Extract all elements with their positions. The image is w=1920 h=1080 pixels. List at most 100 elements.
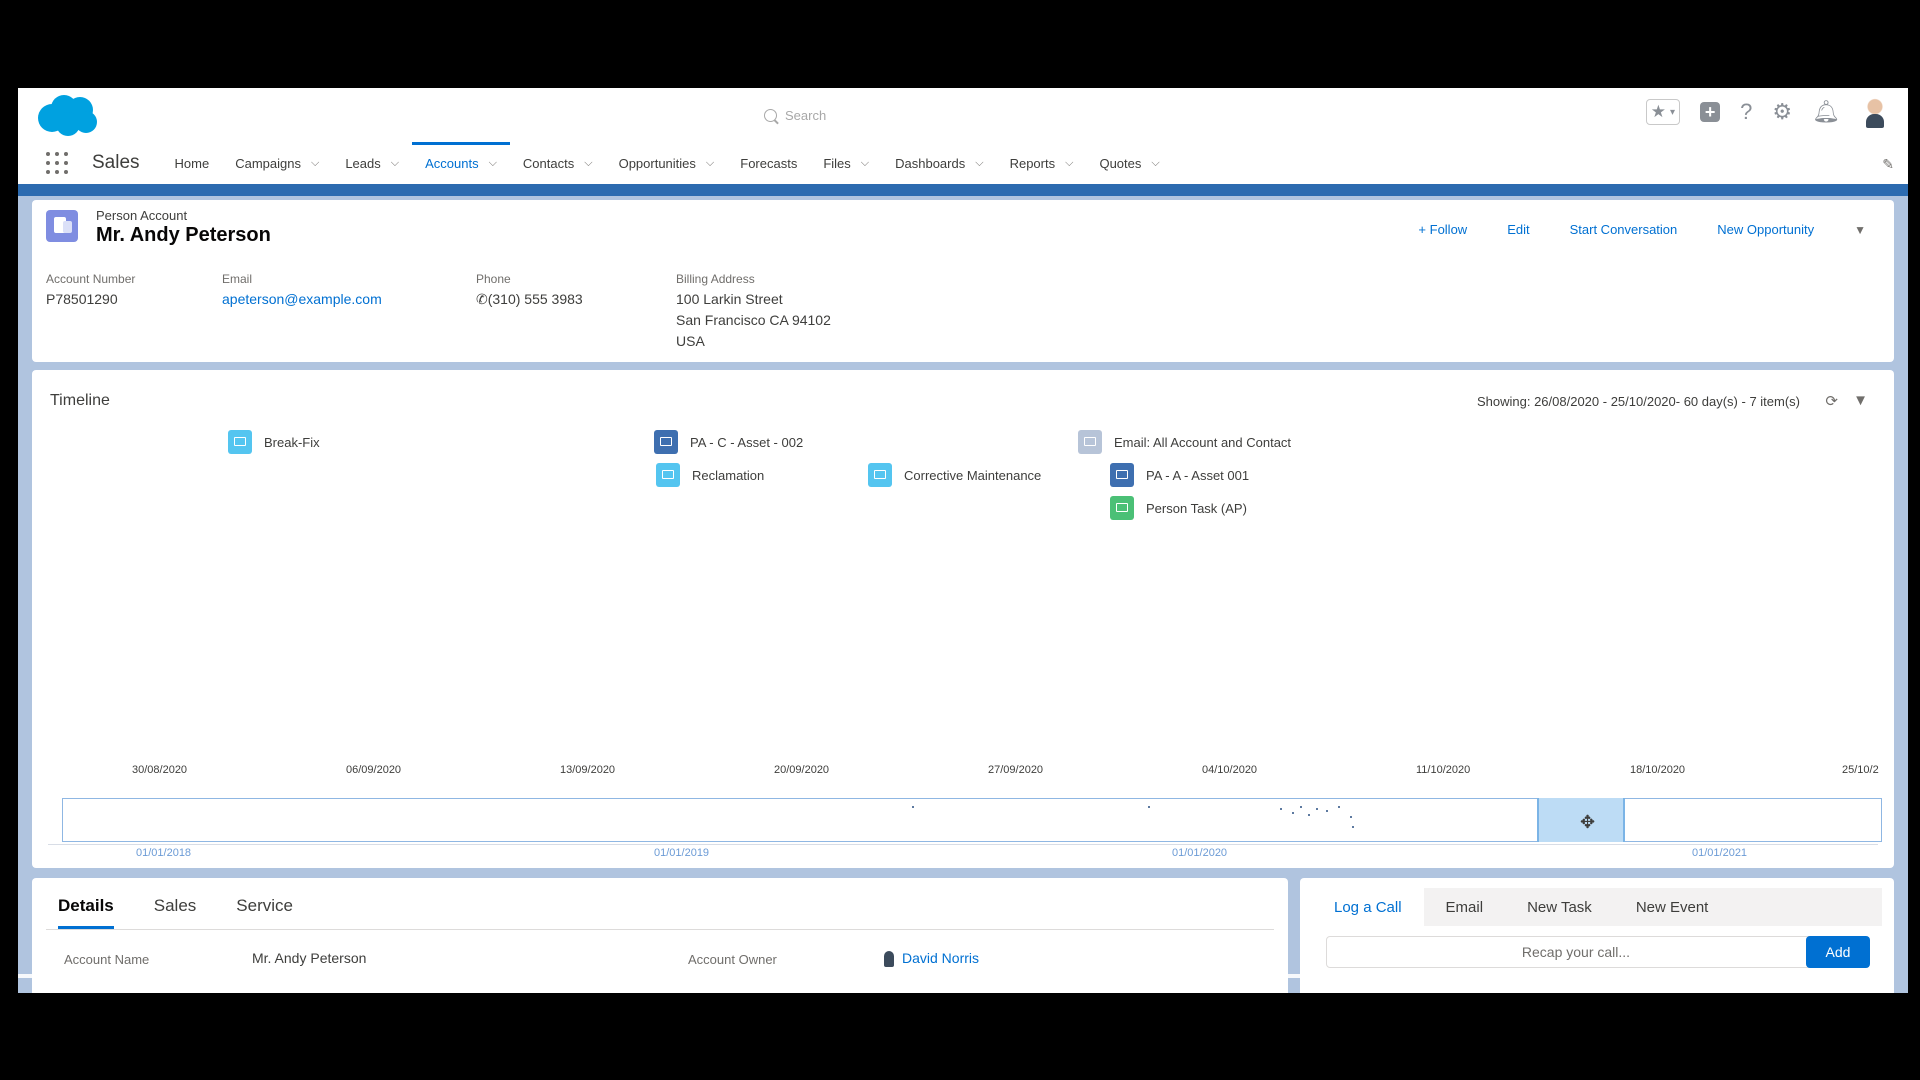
refresh-icon[interactable]: ⟳ (1825, 392, 1838, 410)
timeline-year-label: 01/01/2018 (136, 847, 192, 859)
chevron-down-icon[interactable]: ⌵ (489, 157, 497, 170)
timeline-date-label: 18/10/2020 (1630, 764, 1686, 776)
timeline-range-summary: Showing: 26/08/2020 - 25/10/2020- 60 day… (1476, 394, 1800, 409)
nav-item-dashboards[interactable]: Dashboards ⌵ (882, 142, 996, 184)
video-progress-bar (18, 974, 1398, 978)
tab-email[interactable]: Email (1424, 888, 1506, 926)
nav-item-campaigns[interactable]: Campaigns ⌵ (222, 142, 332, 184)
timeline-date-label: 27/09/2020 (988, 764, 1044, 776)
timeline-marker (1280, 808, 1282, 810)
record-actions: + Follow Edit Start Conversation New Opp… (1418, 222, 1866, 237)
nav-item-quotes[interactable]: Quotes ⌵ (1086, 142, 1172, 184)
user-avatar[interactable] (1860, 94, 1890, 130)
nav-item-reports[interactable]: Reports ⌵ (997, 142, 1087, 184)
timeline-event[interactable]: Reclamation (656, 463, 764, 487)
account-owner-label: Account Owner (688, 952, 777, 967)
timeline-marker (1352, 826, 1354, 828)
timeline-event[interactable]: PA - C - Asset - 002 (654, 430, 803, 454)
timeline-marker (1300, 806, 1302, 808)
global-actions: ★ ▾ + ? ⚙ 🔔︎ (1645, 94, 1890, 130)
timeline-marker (912, 806, 914, 808)
navigation-bar: Sales Home Campaigns ⌵ Leads ⌵ Accounts ⌵ C… (18, 142, 1908, 184)
nav-item-home[interactable]: Home (162, 142, 223, 184)
timeline-event[interactable]: Person Task (AP) (1110, 496, 1247, 520)
email-link[interactable]: apeterson@example.com (222, 289, 382, 310)
timeline-event[interactable]: Email: All Account and Contact (1078, 430, 1291, 454)
edit-button[interactable]: Edit (1507, 222, 1529, 237)
chevron-down-icon[interactable]: ⌵ (311, 157, 319, 170)
record-title: Mr. Andy Peterson (96, 224, 271, 246)
account-name-label: Account Name (64, 952, 150, 967)
chevron-down-icon[interactable]: ⌵ (584, 157, 592, 170)
chevron-down-icon[interactable]: ⌵ (1151, 157, 1159, 170)
timeline-event[interactable]: PA - A - Asset 001 (1110, 463, 1249, 487)
phone-icon[interactable]: ✆ (476, 291, 488, 307)
account-owner-link[interactable]: David Norris (902, 950, 979, 966)
header-accent-bar (18, 184, 1908, 196)
timeline-event[interactable]: Corrective Maintenance (868, 463, 1041, 487)
work-order-icon (228, 430, 252, 454)
activity-tabs: Log a Call Email New Task New Event (1312, 888, 1882, 926)
timeline-date-label: 11/10/2020 (1416, 764, 1471, 776)
notifications-bell-icon[interactable]: 🔔︎ (1812, 99, 1840, 125)
edit-nav-pencil-icon[interactable]: ✎ (1882, 156, 1894, 173)
follow-button[interactable]: + Follow (1418, 222, 1467, 237)
global-search[interactable]: Search (748, 99, 1148, 131)
timeline-date-label: 13/09/2020 (560, 764, 616, 776)
nav-item-files[interactable]: Files ⌵ (810, 142, 882, 184)
account-name-value: Mr. Andy Peterson (252, 950, 367, 966)
filter-icon[interactable]: ▼ (1853, 392, 1868, 409)
tab-sales[interactable]: Sales (154, 896, 197, 929)
tab-log-a-call[interactable]: Log a Call (1312, 888, 1424, 926)
asset-icon (654, 430, 678, 454)
recap-call-input[interactable]: Recap your call... (1326, 936, 1826, 968)
tab-details[interactable]: Details (58, 896, 114, 929)
record-highlights-panel: Person Account Mr. Andy Peterson + Follo… (32, 200, 1894, 362)
nav-item-contacts[interactable]: Contacts ⌵ (510, 142, 606, 184)
chevron-down-icon[interactable]: ⌵ (706, 157, 714, 170)
nav-item-opportunities[interactable]: Opportunities ⌵ (606, 142, 728, 184)
work-order-icon (868, 463, 892, 487)
chevron-down-icon[interactable]: ⌵ (1065, 157, 1073, 170)
chevron-down-icon[interactable]: ▾ (1670, 107, 1675, 118)
add-button[interactable]: Add (1806, 936, 1870, 968)
record-tabs: Details Sales Service (58, 896, 293, 929)
tab-new-event[interactable]: New Event (1614, 888, 1731, 926)
email-icon (1078, 430, 1102, 454)
tab-service[interactable]: Service (236, 896, 293, 929)
app-launcher-icon[interactable] (46, 152, 68, 174)
chevron-down-icon[interactable]: ⌵ (391, 157, 399, 170)
nav-item-forecasts[interactable]: Forecasts (727, 142, 810, 184)
timeline-year-label: 01/01/2019 (654, 847, 710, 859)
phone-value[interactable]: (310) 555 3983 (488, 291, 583, 307)
timeline-marker (1292, 812, 1294, 814)
timeline-date-label: 04/10/2020 (1202, 764, 1258, 776)
timeline-date-label: 06/09/2020 (346, 764, 402, 776)
timeline-axis (48, 844, 1878, 845)
timeline-marker (1308, 814, 1310, 816)
person-account-icon (46, 210, 78, 242)
start-conversation-button[interactable]: Start Conversation (1570, 222, 1678, 237)
chevron-down-icon[interactable]: ⌵ (861, 157, 869, 170)
task-icon (1110, 496, 1134, 520)
timeline-date-label: 30/08/2020 (132, 764, 188, 776)
global-create-icon[interactable]: + (1700, 102, 1721, 122)
tab-divider (46, 929, 1274, 930)
timeline-marker (1148, 806, 1150, 808)
tab-new-task[interactable]: New Task (1505, 888, 1614, 926)
salesforce-logo[interactable] (34, 92, 100, 138)
chevron-down-icon[interactable]: ⌵ (975, 157, 983, 170)
nav-item-leads[interactable]: Leads ⌵ (332, 142, 412, 184)
timeline-event[interactable]: Break-Fix (228, 430, 320, 454)
help-icon[interactable]: ? (1740, 99, 1752, 125)
favorites-button[interactable]: ★ ▾ (1645, 99, 1681, 125)
timeline-marker (1350, 816, 1352, 818)
gear-icon[interactable]: ⚙ (1772, 99, 1792, 125)
account-number-field: Account Number P78501290 (46, 272, 136, 307)
new-opportunity-button[interactable]: New Opportunity (1717, 222, 1814, 237)
global-header: Search ★ ▾ + ? ⚙ 🔔︎ Sales Home Campaigns… (18, 88, 1908, 184)
timeline-marker (1316, 808, 1318, 810)
more-actions-chevron-down-icon[interactable]: ▼ (1854, 223, 1866, 237)
star-icon: ★ (1650, 102, 1667, 121)
nav-item-accounts[interactable]: Accounts ⌵ (412, 142, 510, 184)
